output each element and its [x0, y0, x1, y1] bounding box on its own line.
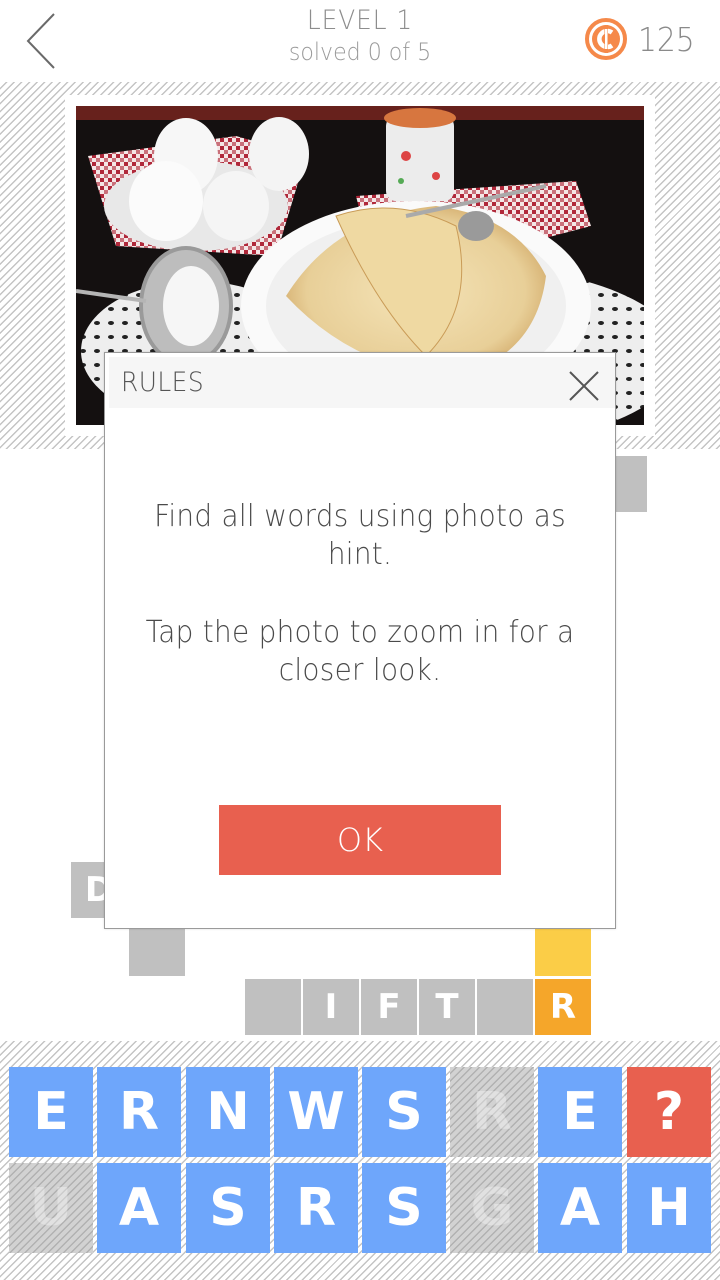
grid-cell[interactable]: T [419, 979, 475, 1035]
rule-text: Tap the photo to zoom in for a closer lo… [145, 615, 575, 688]
letter-keyboard: E R N W S R E ? U A S R S G A H [0, 1041, 720, 1280]
top-bar: LEVEL 1 solved 0 of 5 125 [0, 0, 720, 82]
question-mark-icon: ? [653, 1082, 685, 1142]
hint-button[interactable]: ? [627, 1067, 711, 1157]
ok-button[interactable]: OK [219, 805, 501, 875]
key-used: U [9, 1163, 93, 1253]
grid-cell-active[interactable]: R [535, 979, 591, 1035]
level-progress: solved 0 of 5 [288, 38, 432, 66]
close-button[interactable] [567, 369, 601, 403]
key[interactable]: W [274, 1067, 358, 1157]
grid-cell[interactable] [477, 979, 533, 1035]
key[interactable]: E [538, 1067, 622, 1157]
key[interactable]: H [627, 1163, 711, 1253]
grid-cell[interactable] [245, 979, 301, 1035]
rules-dialog: RULES Find all words using photo as hint… [104, 352, 616, 929]
level-title: LEVEL 1 [306, 5, 414, 36]
dialog-header: RULES [109, 357, 615, 408]
close-icon [569, 371, 599, 401]
dialog-title: RULES [121, 367, 205, 398]
chevron-left-icon [26, 13, 55, 69]
key-used: G [450, 1163, 534, 1253]
back-button[interactable] [20, 10, 64, 72]
key[interactable]: E [9, 1067, 93, 1157]
key-used: R [450, 1067, 534, 1157]
coin-count: 125 [638, 19, 695, 59]
key[interactable]: R [274, 1163, 358, 1253]
key[interactable]: A [97, 1163, 181, 1253]
key[interactable]: S [362, 1163, 446, 1253]
coin-balance[interactable]: 125 [584, 17, 701, 61]
dialog-message: Find all words using photo as hint. Tap … [125, 498, 595, 730]
key[interactable]: R [97, 1067, 181, 1157]
coin-icon [585, 18, 627, 60]
grid-cell[interactable]: F [361, 979, 417, 1035]
level-info: LEVEL 1 solved 0 of 5 [210, 5, 510, 67]
rule-text: Find all words using photo as hint. [154, 499, 566, 572]
key[interactable]: S [362, 1067, 446, 1157]
grid-cell[interactable]: I [303, 979, 359, 1035]
key[interactable]: A [538, 1163, 622, 1253]
key[interactable]: S [186, 1163, 270, 1253]
key[interactable]: N [186, 1067, 270, 1157]
